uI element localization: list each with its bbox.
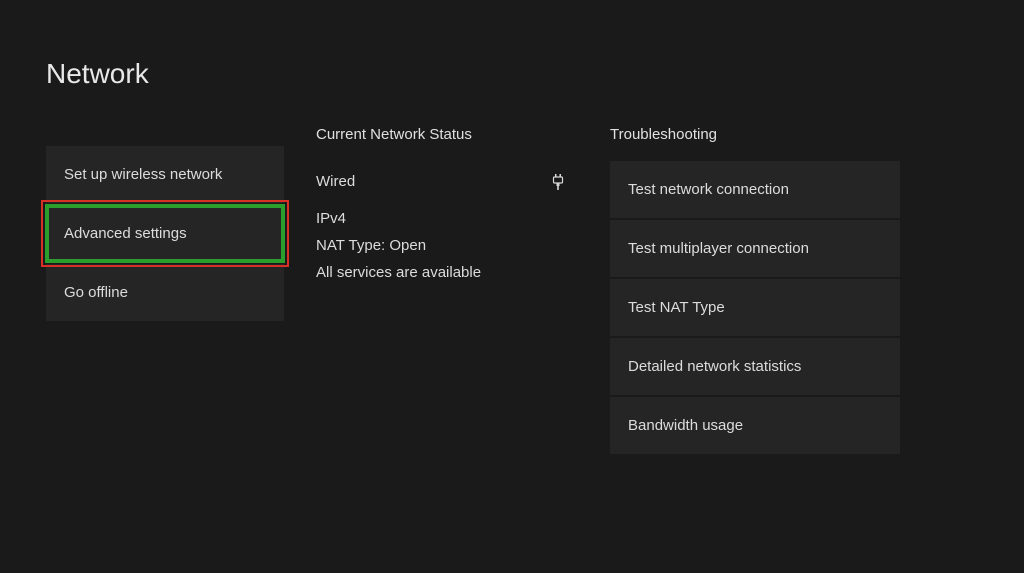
go-offline-label: Go offline <box>64 284 128 301</box>
troubleshooting-header: Troubleshooting <box>610 126 900 143</box>
detailed-stats-label: Detailed network statistics <box>628 358 801 375</box>
content-area: Set up wireless network Advanced setting… <box>0 90 1024 456</box>
test-nat-button[interactable]: Test NAT Type <box>610 279 900 336</box>
services-status-label: All services are available <box>316 264 564 281</box>
test-network-button[interactable]: Test network connection <box>610 161 900 218</box>
nat-type-label: NAT Type: Open <box>316 237 564 254</box>
advanced-settings-button[interactable]: Advanced settings <box>46 205 284 262</box>
page-title: Network <box>0 0 1024 90</box>
troubleshooting-column: Troubleshooting Test network connection … <box>610 126 900 456</box>
setup-wireless-label: Set up wireless network <box>64 166 222 183</box>
test-nat-label: Test NAT Type <box>628 299 725 316</box>
detailed-stats-button[interactable]: Detailed network statistics <box>610 338 900 395</box>
bandwidth-label: Bandwidth usage <box>628 417 743 434</box>
wired-plug-icon <box>552 174 564 190</box>
test-multiplayer-button[interactable]: Test multiplayer connection <box>610 220 900 277</box>
left-menu-column: Set up wireless network Advanced setting… <box>46 126 284 456</box>
status-column: Current Network Status Wired IPv4 NAT Ty… <box>316 126 564 456</box>
status-header: Current Network Status <box>316 126 564 143</box>
test-network-label: Test network connection <box>628 181 789 198</box>
test-multiplayer-label: Test multiplayer connection <box>628 240 809 257</box>
advanced-settings-label: Advanced settings <box>64 225 187 242</box>
connection-type-row: Wired <box>316 173 564 190</box>
advanced-settings-highlight-wrapper: Advanced settings <box>46 205 284 262</box>
connection-type-label: Wired <box>316 173 355 190</box>
bandwidth-button[interactable]: Bandwidth usage <box>610 397 900 454</box>
ip-version-label: IPv4 <box>316 210 564 227</box>
go-offline-button[interactable]: Go offline <box>46 264 284 321</box>
setup-wireless-button[interactable]: Set up wireless network <box>46 146 284 203</box>
